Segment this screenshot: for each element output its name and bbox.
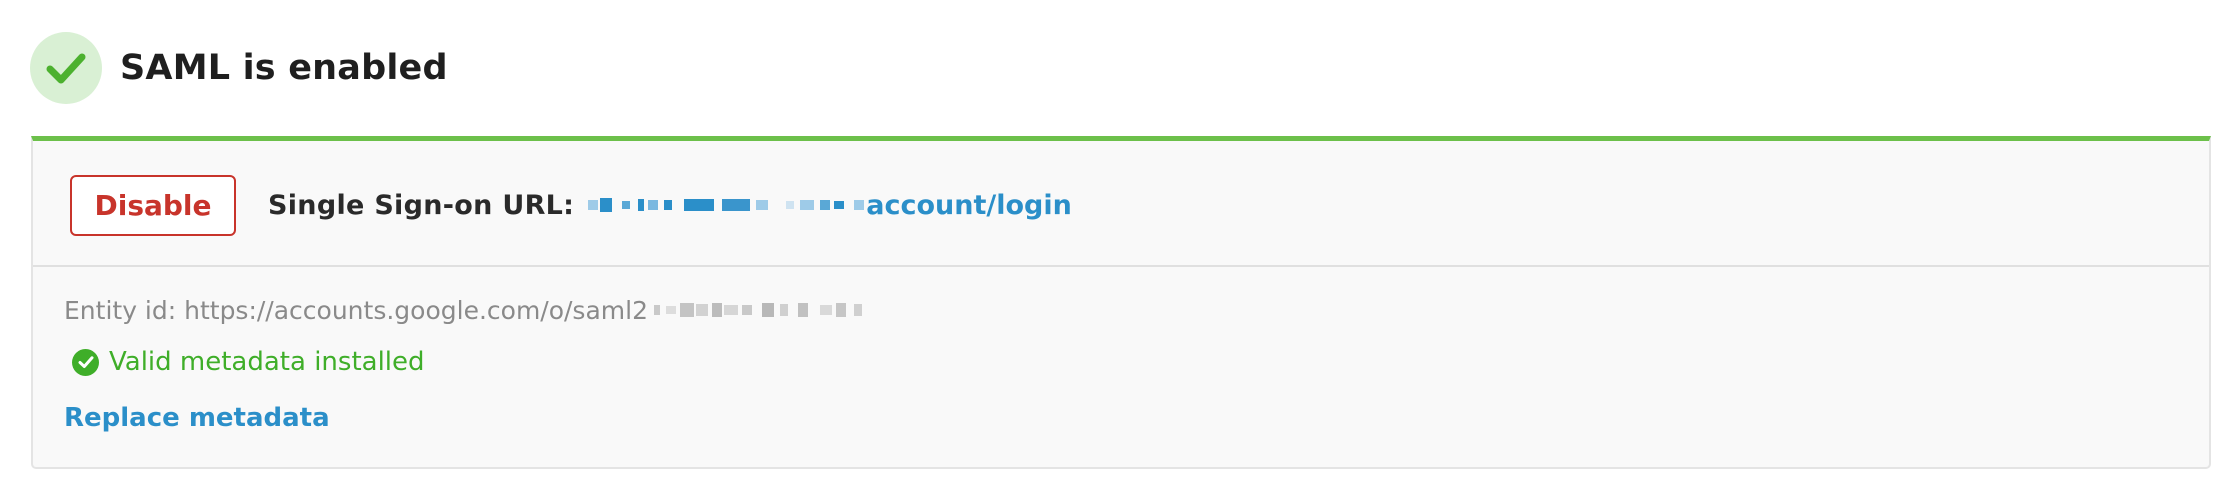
- page-header: SAML is enabled: [30, 32, 448, 104]
- check-circle-icon: [72, 348, 99, 376]
- entity-id-text: Entity id: https://accounts.google.com/o…: [64, 295, 648, 325]
- valid-metadata-status: Valid metadata installed: [72, 347, 425, 377]
- disable-button[interactable]: Disable: [70, 175, 236, 236]
- sso-section: Disable Single Sign-on URL: account/logi…: [33, 141, 2209, 267]
- sso-url-row: Single Sign-on URL: account/login: [268, 185, 1072, 225]
- sso-url-link[interactable]: account/login: [866, 190, 1072, 221]
- redacted-entity-part: [653, 295, 862, 325]
- checkmark-icon: [46, 53, 86, 84]
- redacted-url-part: [588, 190, 865, 220]
- metadata-section: Entity id: https://accounts.google.com/o…: [33, 267, 2209, 467]
- entity-id-row: Entity id: https://accounts.google.com/o…: [64, 295, 862, 325]
- page-title: SAML is enabled: [120, 48, 448, 88]
- valid-metadata-text: Valid metadata installed: [109, 347, 425, 377]
- replace-metadata-link[interactable]: Replace metadata: [64, 403, 330, 433]
- sso-url-label: Single Sign-on URL:: [268, 189, 575, 221]
- status-circle: [30, 32, 102, 104]
- saml-panel: Disable Single Sign-on URL: account/logi…: [31, 136, 2211, 469]
